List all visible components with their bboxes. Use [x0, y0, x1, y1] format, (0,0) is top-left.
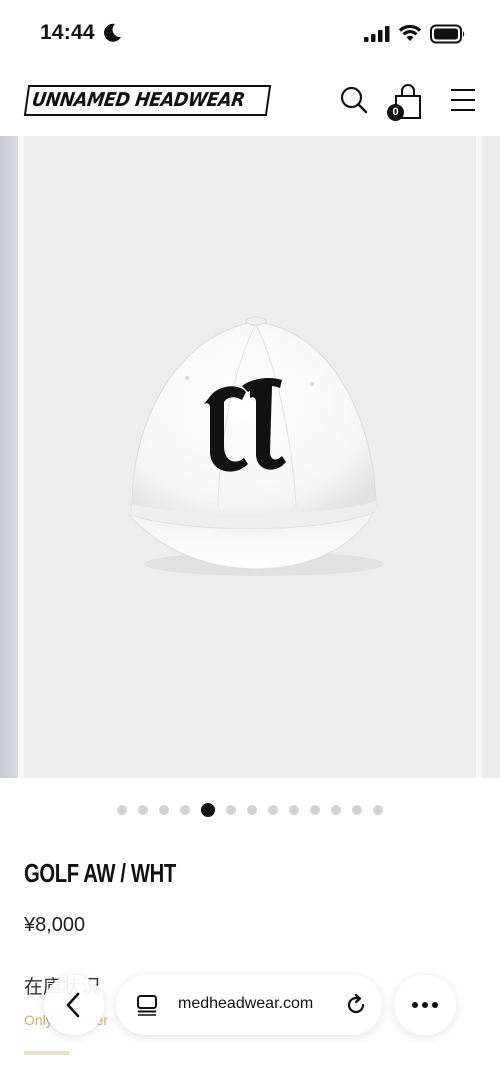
- pagination-dot[interactable]: [331, 805, 341, 815]
- tabs-icon: [137, 995, 157, 1016]
- stock-indicator-bar: [24, 1051, 69, 1055]
- pagination-dot[interactable]: [180, 805, 190, 815]
- brand-logo-text: UNNAMED HEADWEAR: [30, 89, 246, 111]
- browser-toolbar: medheadwear.com: [0, 970, 500, 1040]
- product-gallery[interactable]: [0, 136, 500, 778]
- reload-icon[interactable]: [344, 993, 368, 1017]
- site-header: UNNAMED HEADWEAR 0: [0, 66, 500, 136]
- pagination-dot[interactable]: [310, 805, 320, 815]
- moon-icon: [104, 23, 121, 42]
- gallery-active-slide[interactable]: [24, 136, 476, 778]
- more-icon: [412, 1002, 438, 1008]
- pagination-dot-active[interactable]: [201, 803, 215, 817]
- product-image: [127, 316, 384, 576]
- pagination-dot[interactable]: [373, 805, 383, 815]
- pagination-dot[interactable]: [289, 805, 299, 815]
- pagination-dot[interactable]: [226, 805, 236, 815]
- status-bar: 14:44: [0, 0, 500, 66]
- pagination-dot[interactable]: [117, 805, 127, 815]
- wifi-icon: [398, 24, 422, 41]
- product-title: GOLF AW / WHT: [24, 858, 176, 888]
- pagination-dot[interactable]: [159, 805, 169, 815]
- status-time: 14:44: [40, 21, 95, 44]
- gallery-prev-slide[interactable]: [0, 136, 18, 778]
- search-icon[interactable]: [339, 85, 369, 115]
- more-button[interactable]: [394, 975, 456, 1035]
- address-bar[interactable]: medheadwear.com: [116, 975, 382, 1035]
- cart-count-badge: 0: [387, 104, 404, 121]
- pagination-dot[interactable]: [268, 805, 278, 815]
- battery-icon: [430, 24, 465, 44]
- menu-icon[interactable]: [449, 87, 477, 113]
- pagination-dot[interactable]: [247, 805, 257, 815]
- brand-logo[interactable]: UNNAMED HEADWEAR: [23, 85, 272, 116]
- product-price: ¥8,000: [24, 914, 86, 936]
- pagination-dot[interactable]: [138, 805, 148, 815]
- back-chevron-icon: [66, 992, 80, 1018]
- gallery-pagination: [0, 803, 500, 817]
- back-button[interactable]: [44, 975, 104, 1035]
- address-bar-url: medheadwear.com: [178, 995, 314, 1012]
- signal-icon: [364, 26, 390, 42]
- gallery-next-slide[interactable]: [482, 136, 500, 778]
- pagination-dot[interactable]: [352, 805, 362, 815]
